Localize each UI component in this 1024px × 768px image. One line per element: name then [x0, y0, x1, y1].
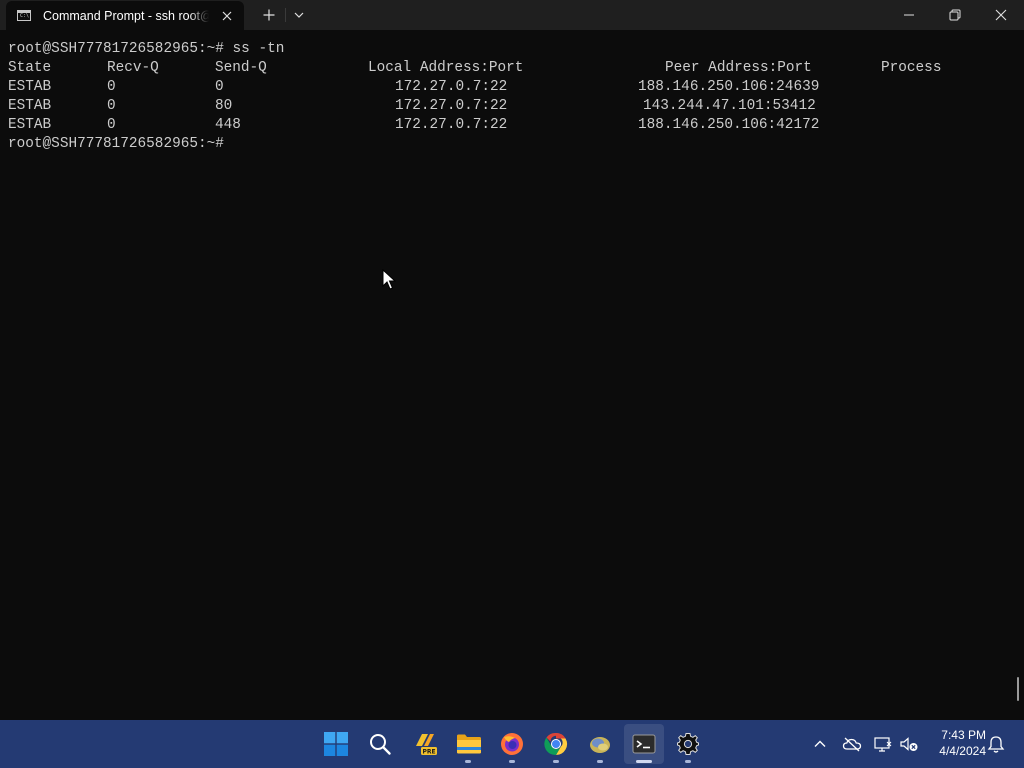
command-prompt-icon: C:\.: [17, 10, 32, 21]
taskbar-app-file-explorer[interactable]: [448, 724, 488, 764]
active-indicator: [636, 760, 652, 763]
running-indicator: [509, 760, 515, 763]
cell-send-q: 0: [215, 79, 224, 95]
running-indicator: [685, 760, 691, 763]
close-tab-icon[interactable]: [219, 8, 235, 24]
title-bar: C:\. Command Prompt - ssh root@: [0, 0, 1024, 30]
cell-peer-address: 188.146.250.106:24639: [638, 79, 820, 95]
gear-icon: [677, 733, 699, 755]
header-peer-address: Peer Address:Port: [665, 60, 812, 76]
sticky-notes-pre-icon: PRE: [416, 734, 437, 756]
table-row: ESTAB 0 448 172.27.0.7:22 188.146.250.10…: [8, 116, 819, 135]
taskbar-app-chrome[interactable]: [536, 724, 576, 764]
header-state: State: [8, 60, 52, 76]
cell-local-address: 172.27.0.7:22: [395, 117, 508, 133]
header-process: Process: [881, 60, 942, 76]
header-send-q: Send-Q: [215, 60, 267, 76]
table-header-row: State Recv-Q Send-Q Local Address:Port P…: [8, 59, 941, 78]
terminal-icon: [632, 734, 656, 754]
running-indicator: [553, 760, 559, 763]
clock-date: 4/4/2024: [939, 744, 986, 758]
folder-icon: [457, 734, 481, 754]
search-icon: [370, 734, 391, 755]
table-row: ESTAB 0 0 172.27.0.7:22 188.146.250.106:…: [8, 78, 819, 97]
cell-peer-address: 143.244.47.101:53412: [643, 98, 816, 114]
tab-dropdown-chevron-down-icon[interactable]: [290, 7, 308, 23]
taskbar-clock[interactable]: 7:43 PM 4/4/2024: [926, 727, 986, 759]
terminal-output[interactable]: root@SSH77781726582965:~# ss -tn State R…: [0, 30, 1024, 720]
search-button[interactable]: [360, 724, 400, 764]
header-recv-q: Recv-Q: [107, 60, 159, 76]
tab-title: Command Prompt - ssh root@: [43, 9, 209, 25]
mouse-pointer-icon: [382, 268, 397, 291]
cell-send-q: 80: [215, 98, 233, 114]
clock-time: 7:43 PM: [941, 728, 986, 742]
volume-muted-icon[interactable]: [899, 734, 919, 754]
cell-send-q: 448: [215, 117, 241, 133]
notification-bell-icon[interactable]: [986, 734, 1006, 754]
restore-button[interactable]: [932, 0, 978, 30]
header-local-address: Local Address:Port: [368, 60, 524, 76]
scrollbar-thumb[interactable]: [1017, 677, 1019, 701]
prompt-command-line: root@SSH77781726582965:~# ss -tn: [8, 41, 285, 57]
titlebar-divider: [285, 8, 286, 22]
taskbar-app-python-tool[interactable]: [580, 724, 620, 764]
cell-local-address: 172.27.0.7:22: [395, 98, 508, 114]
taskbar-app-firefox[interactable]: [492, 724, 532, 764]
cell-state: ESTAB: [8, 117, 52, 133]
running-indicator: [465, 760, 471, 763]
cell-local-address: 172.27.0.7:22: [395, 79, 508, 95]
taskbar-app-settings[interactable]: [668, 724, 708, 764]
close-window-button[interactable]: [978, 0, 1024, 30]
firefox-icon: [501, 733, 523, 755]
cell-recv-q: 0: [107, 79, 116, 95]
show-hidden-icons-chevron-up-icon[interactable]: [810, 734, 830, 754]
app-icon: [590, 737, 610, 753]
new-tab-button[interactable]: [259, 6, 279, 24]
prompt-line: root@SSH77781726582965:~#: [8, 136, 224, 152]
taskbar-app-terminal[interactable]: [624, 724, 664, 764]
start-button[interactable]: [316, 724, 356, 764]
cell-peer-address: 188.146.250.106:42172: [638, 117, 820, 133]
running-indicator: [597, 760, 603, 763]
tab-command-prompt[interactable]: C:\. Command Prompt - ssh root@: [6, 1, 244, 30]
cell-recv-q: 0: [107, 98, 116, 114]
taskbar-app-sticky-notes-pre[interactable]: PRE: [404, 724, 444, 764]
table-row: ESTAB 0 80 172.27.0.7:22 143.244.47.101:…: [8, 97, 816, 116]
taskbar: PRE: [0, 720, 1024, 768]
minimize-button[interactable]: [886, 0, 932, 30]
network-icon[interactable]: [873, 734, 893, 754]
cell-state: ESTAB: [8, 98, 52, 114]
cell-state: ESTAB: [8, 79, 52, 95]
windows-logo-icon: [324, 732, 348, 756]
onedrive-offline-icon[interactable]: [842, 734, 862, 754]
cell-recv-q: 0: [107, 117, 116, 133]
chrome-icon: [544, 732, 568, 756]
svg-text:PRE: PRE: [422, 749, 435, 756]
